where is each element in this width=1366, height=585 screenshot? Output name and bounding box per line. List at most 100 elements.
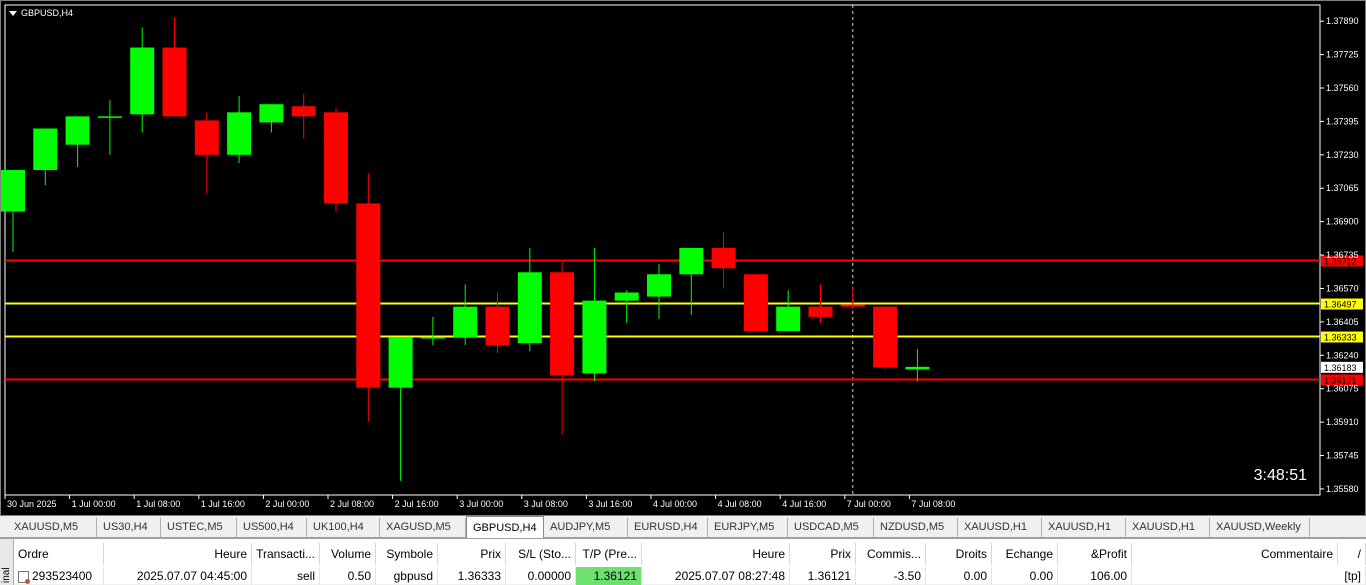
candle-body bbox=[840, 304, 865, 307]
tab-xauusd-m5[interactable]: XAUUSD,M5 bbox=[8, 518, 97, 537]
tab-gbpusd-h4[interactable]: GBPUSD,H4 bbox=[466, 516, 544, 538]
table-cell: [tp] bbox=[1132, 567, 1366, 585]
chart-title-label: GBPUSD,H4 bbox=[21, 8, 74, 18]
chart-tab-bar: XAUUSD,M5 US30,H4 USTEC,M5 US500,H4 UK100,H4… bbox=[0, 516, 1366, 538]
column-header[interactable]: Prix bbox=[438, 543, 506, 565]
time-tick-label: 1 Jul 16:00 bbox=[201, 499, 245, 509]
time-tick-label: 7 Jul 08:00 bbox=[911, 499, 955, 509]
order-icon bbox=[18, 570, 30, 584]
tab-xagusd-m5[interactable]: XAGUSD,M5 bbox=[380, 518, 466, 537]
column-header[interactable]: Prix bbox=[790, 543, 856, 565]
table-cell: sell bbox=[252, 567, 320, 585]
price-tick-label: 1.36075 bbox=[1326, 384, 1359, 394]
terminal-side-label[interactable]: inal bbox=[0, 539, 14, 585]
table-cell: 1.36121 bbox=[576, 567, 642, 585]
table-cell: 0.00 bbox=[926, 567, 992, 585]
candle-body bbox=[517, 272, 542, 344]
time-tick-label: 4 Jul 16:00 bbox=[782, 499, 826, 509]
time-tick-label: 2 Jul 00:00 bbox=[265, 499, 309, 509]
table-cell: -3.50 bbox=[856, 567, 926, 585]
candle-body bbox=[420, 337, 445, 339]
time-tick-label: 4 Jul 08:00 bbox=[718, 499, 762, 509]
table-cell: 0.50 bbox=[320, 567, 376, 585]
column-header[interactable]: Transacti... bbox=[252, 543, 320, 565]
price-tick-label: 1.35580 bbox=[1326, 484, 1359, 494]
chart-menu-triangle-icon[interactable] bbox=[9, 10, 17, 16]
column-header[interactable]: Ordre bbox=[14, 543, 104, 565]
candle-body bbox=[1, 170, 25, 212]
column-header[interactable]: T/P (Pre... bbox=[576, 543, 642, 565]
plot-frame bbox=[4, 4, 1321, 496]
tab-xauusd-h1[interactable]: XAUUSD,H1 bbox=[958, 518, 1042, 537]
table-cell: 2025.07.07 08:27:48 bbox=[642, 567, 790, 585]
price-tick-label: 1.36570 bbox=[1326, 283, 1359, 293]
column-header[interactable]: Echange bbox=[992, 543, 1058, 565]
order-id: 293523400 bbox=[32, 569, 93, 583]
price-tick-label: 1.37725 bbox=[1326, 50, 1359, 60]
time-tick-label: 4 Jul 00:00 bbox=[653, 499, 697, 509]
candle-body bbox=[647, 274, 671, 297]
candle-body bbox=[194, 120, 219, 155]
tab-eurusd-h4[interactable]: EURUSD,H4 bbox=[628, 518, 708, 537]
candle-body bbox=[259, 104, 284, 123]
column-header[interactable]: / bbox=[1338, 543, 1366, 565]
table-cell: gbpusd bbox=[376, 567, 438, 585]
column-header[interactable]: Commentaire bbox=[1132, 543, 1338, 565]
column-header[interactable]: Heure bbox=[642, 543, 790, 565]
price-tick-label: 1.37560 bbox=[1326, 83, 1359, 93]
table-cell: 0.00 bbox=[992, 567, 1058, 585]
terminal-header-row: Ordre Heure Transacti... Volume Symbole Prix S… bbox=[14, 543, 1366, 565]
tab-us30-h4[interactable]: US30,H4 bbox=[97, 518, 161, 537]
candle-body bbox=[130, 47, 155, 115]
candle-body bbox=[291, 106, 316, 117]
level-price-label: 1.36497 bbox=[1324, 300, 1357, 310]
level-price-label: 1.36333 bbox=[1324, 333, 1357, 343]
tab-xauusd-h1[interactable]: XAUUSD,H1 bbox=[1042, 518, 1126, 537]
price-tick-label: 1.36405 bbox=[1326, 317, 1359, 327]
tab-xauusd-h1[interactable]: XAUUSD,H1 bbox=[1126, 518, 1210, 537]
column-header[interactable]: Heure bbox=[104, 543, 252, 565]
price-tick-label: 1.36900 bbox=[1326, 217, 1359, 227]
time-tick-label: 3 Jul 16:00 bbox=[588, 499, 632, 509]
table-cell: 0.00000 bbox=[506, 567, 576, 585]
column-header[interactable]: &Profit bbox=[1058, 543, 1132, 565]
time-tick-label: 30 Jun 2025 bbox=[7, 499, 57, 509]
candle-body bbox=[905, 366, 930, 370]
price-tick-label: 1.36735 bbox=[1326, 250, 1359, 260]
table-row[interactable]: 293523400 2025.07.07 04:45:00 sell 0.50 gbpu… bbox=[14, 567, 1366, 585]
price-tick-label: 1.37890 bbox=[1326, 16, 1359, 26]
tab-xauusd-weekly[interactable]: XAUUSD,Weekly bbox=[1210, 518, 1310, 537]
candle-body bbox=[388, 337, 413, 388]
table-cell: 106.00 bbox=[1058, 567, 1132, 585]
candle-body bbox=[33, 128, 58, 171]
tab-uk100-h4[interactable]: UK100,H4 bbox=[307, 518, 380, 537]
tab-usdcad-m5[interactable]: USDCAD,M5 bbox=[788, 518, 874, 537]
chart-title[interactable]: GBPUSD,H4 bbox=[9, 8, 73, 18]
tab-nzdusd-m5[interactable]: NZDUSD,M5 bbox=[874, 518, 958, 537]
candle-body bbox=[550, 272, 575, 376]
column-header[interactable]: Volume bbox=[320, 543, 376, 565]
candle-body bbox=[356, 203, 381, 388]
time-tick-label: 2 Jul 08:00 bbox=[330, 499, 374, 509]
tab-ustec-m5[interactable]: USTEC,M5 bbox=[161, 518, 237, 537]
candle-body bbox=[227, 112, 252, 155]
time-tick-label: 1 Jul 08:00 bbox=[136, 499, 180, 509]
price-tick-label: 1.35910 bbox=[1326, 417, 1359, 427]
price-tick-label: 1.35745 bbox=[1326, 451, 1359, 461]
tab-eurjpy-m5[interactable]: EURJPY,M5 bbox=[708, 518, 788, 537]
price-chart[interactable]: 1.36712 1.36497 1.36333 1.36121 1.37890 1.377… bbox=[0, 0, 1366, 516]
column-header[interactable]: Droits bbox=[926, 543, 992, 565]
tab-audjpy-m5[interactable]: AUDJPY,M5 bbox=[544, 518, 628, 537]
column-header[interactable]: Commis... bbox=[856, 543, 926, 565]
candle-body bbox=[485, 306, 510, 346]
tab-us500-h4[interactable]: US500,H4 bbox=[237, 518, 307, 537]
price-tick-label: 1.37230 bbox=[1326, 150, 1359, 160]
column-header[interactable]: Symbole bbox=[376, 543, 438, 565]
column-header[interactable]: S/L (Sto... bbox=[506, 543, 576, 565]
candle-body bbox=[614, 292, 639, 301]
candle-body bbox=[679, 247, 704, 275]
table-cell: 1.36121 bbox=[790, 567, 856, 585]
time-tick-label: 3 Jul 00:00 bbox=[459, 499, 503, 509]
candle-body bbox=[162, 47, 187, 117]
time-tick-label: 1 Jul 00:00 bbox=[72, 499, 116, 509]
